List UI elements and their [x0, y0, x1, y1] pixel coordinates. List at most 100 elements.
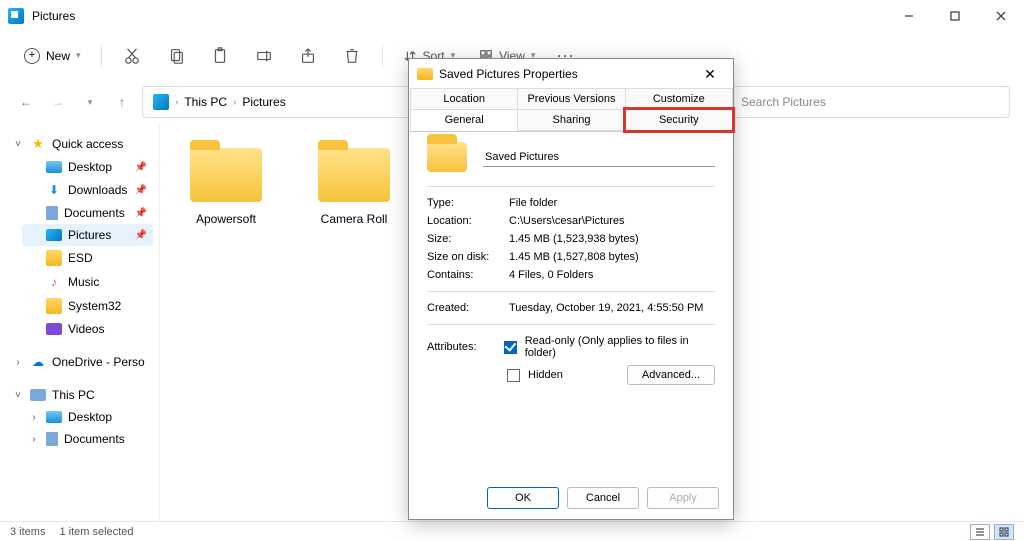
- hidden-label: Hidden: [528, 369, 563, 381]
- tree-thispc-documents[interactable]: › Documents: [22, 428, 153, 450]
- plus-icon: +: [24, 48, 40, 64]
- value-size: 1.45 MB (1,523,938 bytes): [509, 233, 639, 245]
- divider: [382, 45, 383, 67]
- tree-music[interactable]: ♪ Music: [22, 270, 153, 294]
- tree-label: Quick access: [52, 137, 123, 151]
- pictures-library-icon: [153, 94, 169, 110]
- tree-desktop[interactable]: Desktop📌: [22, 156, 153, 178]
- new-label: New: [46, 49, 70, 63]
- tree-system32[interactable]: System32: [22, 294, 153, 318]
- value-size-on-disk: 1.45 MB (1,527,808 bytes): [509, 251, 639, 263]
- chevron-right-icon: ›: [12, 357, 24, 368]
- tab-general[interactable]: General: [410, 109, 518, 131]
- pin-icon: 📌: [135, 230, 147, 241]
- rename-button[interactable]: [244, 38, 284, 74]
- search-input[interactable]: Search Pictures: [730, 86, 1010, 118]
- value-location: C:\Users\cesar\Pictures: [509, 215, 625, 227]
- recent-chevron[interactable]: ▾: [78, 88, 102, 116]
- label-contains: Contains:: [427, 269, 499, 281]
- cancel-button[interactable]: Cancel: [567, 487, 639, 509]
- tree-videos[interactable]: Videos: [22, 318, 153, 340]
- star-icon: ★: [30, 136, 46, 152]
- tree-label: Desktop: [68, 410, 112, 424]
- tree-downloads[interactable]: ⬇ Downloads 📌: [22, 178, 153, 202]
- status-bar: 3 items 1 item selected: [0, 521, 1024, 541]
- tree-label: System32: [68, 299, 121, 313]
- divider: [101, 45, 102, 67]
- label-location: Location:: [427, 215, 499, 227]
- dialog-tabs: Location Previous Versions Customize Gen…: [410, 89, 732, 132]
- document-icon: [46, 432, 58, 446]
- tree-thispc-desktop[interactable]: ›Desktop: [22, 406, 153, 428]
- advanced-button[interactable]: Advanced...: [627, 365, 715, 385]
- tree-esd[interactable]: ESD: [22, 246, 153, 270]
- icons-view-toggle[interactable]: [994, 524, 1014, 540]
- pin-icon: 📌: [135, 162, 147, 173]
- folder-label: Apowersoft: [196, 212, 256, 226]
- folder-camera-roll[interactable]: Camera Roll: [304, 140, 404, 234]
- dialog-close-button[interactable]: ✕: [695, 59, 725, 89]
- apply-button[interactable]: Apply: [647, 487, 719, 509]
- up-button[interactable]: ↑: [110, 88, 134, 116]
- forward-button[interactable]: →: [46, 88, 70, 116]
- chevron-down-icon: ▾: [76, 50, 81, 61]
- dialog-title-text: Saved Pictures Properties: [439, 67, 578, 81]
- back-button[interactable]: ←: [14, 88, 38, 116]
- tree-onedrive[interactable]: ›☁OneDrive - Perso: [6, 350, 153, 374]
- breadcrumb-item[interactable]: Pictures: [242, 95, 285, 109]
- tree-documents[interactable]: Documents📌: [22, 202, 153, 224]
- download-icon: ⬇: [46, 182, 62, 198]
- status-items: 3 items: [10, 526, 45, 538]
- folder-icon: [417, 68, 433, 80]
- tab-customize[interactable]: Customize: [625, 88, 733, 110]
- pin-icon: 📌: [135, 185, 147, 196]
- tree-quick-access[interactable]: ˅ ★ Quick access: [6, 132, 153, 156]
- breadcrumb-item[interactable]: This PC: [184, 95, 227, 109]
- tab-location[interactable]: Location: [410, 88, 518, 110]
- tree-label: Pictures: [68, 228, 111, 242]
- tree-label: Documents: [64, 432, 125, 446]
- tab-sharing[interactable]: Sharing: [517, 109, 625, 131]
- dialog-titlebar[interactable]: Saved Pictures Properties ✕: [409, 59, 733, 89]
- folder-name-field[interactable]: Saved Pictures: [483, 148, 715, 167]
- tab-previous-versions[interactable]: Previous Versions: [517, 88, 625, 110]
- window-titlebar: Pictures: [0, 0, 1024, 32]
- tree-thispc[interactable]: ˅ This PC: [6, 384, 153, 406]
- tree-label: Music: [68, 275, 99, 289]
- desktop-icon: [46, 161, 62, 173]
- computer-icon: [30, 389, 46, 401]
- tree-label: Downloads: [68, 183, 127, 197]
- tab-security[interactable]: Security: [625, 109, 733, 131]
- music-icon: ♪: [46, 274, 62, 290]
- close-button[interactable]: [978, 0, 1024, 32]
- desktop-icon: [46, 411, 62, 423]
- ok-button[interactable]: OK: [487, 487, 559, 509]
- paste-button[interactable]: [200, 38, 240, 74]
- folder-icon: [190, 148, 262, 202]
- app-icon: [8, 8, 24, 24]
- details-view-toggle[interactable]: [970, 524, 990, 540]
- label-type: Type:: [427, 197, 499, 209]
- copy-button[interactable]: [156, 38, 196, 74]
- hidden-checkbox[interactable]: [507, 369, 520, 382]
- maximize-button[interactable]: [932, 0, 978, 32]
- pictures-icon: [46, 229, 62, 241]
- readonly-checkbox[interactable]: [504, 341, 517, 354]
- chevron-down-icon: ˅: [12, 390, 24, 401]
- dialog-body: Saved Pictures Type: File folder Location…: [409, 132, 733, 401]
- share-button[interactable]: [288, 38, 328, 74]
- tree-label: This PC: [52, 388, 95, 402]
- tree-pictures[interactable]: Pictures 📌: [22, 224, 153, 246]
- folder-apowersoft[interactable]: Apowersoft: [176, 140, 276, 234]
- readonly-label: Read-only (Only applies to files in fold…: [525, 335, 715, 359]
- minimize-button[interactable]: [886, 0, 932, 32]
- video-icon: [46, 323, 62, 335]
- value-created: Tuesday, October 19, 2021, 4:55:50 PM: [509, 302, 703, 314]
- value-contains: 4 Files, 0 Folders: [509, 269, 593, 281]
- label-size-on-disk: Size on disk:: [427, 251, 499, 263]
- chevron-right-icon: ›: [28, 434, 40, 445]
- delete-button[interactable]: [332, 38, 372, 74]
- value-type: File folder: [509, 197, 557, 209]
- cut-button[interactable]: [112, 38, 152, 74]
- new-button[interactable]: + New ▾: [14, 42, 91, 70]
